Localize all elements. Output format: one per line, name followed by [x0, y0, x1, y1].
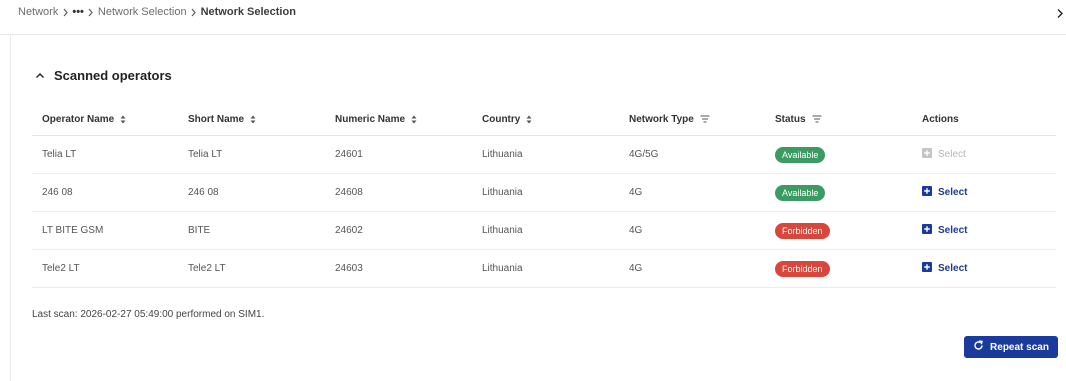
header-operator-name: Operator Name: [32, 103, 178, 136]
table-header-row: Operator Name Short Name Numeric Name Co…: [32, 103, 1056, 136]
cell-status: Forbidden: [765, 249, 912, 288]
sort-icon[interactable]: [411, 115, 417, 124]
section-title: Scanned operators: [54, 68, 172, 83]
select-label: Select: [938, 263, 968, 274]
cell-operator-name: 246 08: [32, 173, 178, 212]
operators-table: Operator Name Short Name Numeric Name Co…: [32, 103, 1056, 288]
select-button[interactable]: Select: [922, 148, 966, 161]
cell-actions: Select: [912, 249, 1056, 288]
cell-status: Available: [765, 135, 912, 174]
sort-icon[interactable]: [250, 115, 256, 124]
panel-toggle-button[interactable]: [1054, 7, 1066, 23]
chevron-right-icon: [187, 8, 201, 17]
refresh-icon: [973, 340, 984, 354]
cell-status: Forbidden: [765, 211, 912, 250]
cell-country: Lithuania: [472, 135, 619, 174]
plus-square-icon: [922, 186, 932, 199]
cell-numeric-name: 24601: [325, 135, 472, 174]
cell-operator-name: Telia LT: [32, 135, 178, 174]
select-button[interactable]: Select: [922, 186, 967, 199]
header-actions: Actions: [912, 103, 1056, 136]
cell-country: Lithuania: [472, 249, 619, 288]
table-row: 246 08 246 08 24608 Lithuania 4G Availab…: [32, 173, 1056, 212]
header-numeric-name: Numeric Name: [325, 103, 472, 136]
cell-actions: Select: [912, 173, 1056, 212]
cell-actions: Select: [912, 135, 1056, 174]
filter-icon[interactable]: [812, 115, 822, 123]
plus-square-icon: [922, 262, 932, 275]
cell-network-type: 4G/5G: [619, 135, 765, 174]
breadcrumb-more[interactable]: •••: [72, 6, 84, 18]
header-status: Status: [765, 103, 912, 136]
status-badge: Forbidden: [775, 260, 830, 277]
top-bar: Network ••• Network Selection Network Se…: [0, 0, 1066, 35]
cell-short-name: BITE: [178, 211, 325, 250]
cell-numeric-name: 24603: [325, 249, 472, 288]
cell-short-name: 246 08: [178, 173, 325, 212]
select-label: Select: [938, 187, 968, 198]
cell-numeric-name: 24608: [325, 173, 472, 212]
cell-operator-name: Tele2 LT: [32, 249, 178, 288]
left-divider: [10, 34, 11, 381]
select-label: Select: [938, 225, 968, 236]
cell-short-name: Telia LT: [178, 135, 325, 174]
header-network-type: Network Type: [619, 103, 765, 136]
repeat-scan-button[interactable]: Repeat scan: [964, 336, 1058, 358]
chevron-up-icon: [34, 70, 46, 82]
cell-short-name: Tele2 LT: [178, 249, 325, 288]
cell-network-type: 4G: [619, 173, 765, 212]
scanned-operators-toggle[interactable]: Scanned operators: [34, 68, 172, 83]
cell-operator-name: LT BITE GSM: [32, 211, 178, 250]
status-badge: Forbidden: [775, 222, 830, 239]
cell-numeric-name: 24602: [325, 211, 472, 250]
table-row: LT BITE GSM BITE 24602 Lithuania 4G Forb…: [32, 211, 1056, 250]
breadcrumb-network[interactable]: Network: [18, 6, 58, 18]
plus-square-icon: [922, 148, 932, 161]
header-short-name: Short Name: [178, 103, 325, 136]
status-badge: Available: [775, 146, 826, 163]
chevron-right-icon: [1056, 6, 1064, 24]
plus-square-icon: [922, 224, 932, 237]
last-scan-info: Last scan: 2026-02-27 05:49:00 performed…: [32, 309, 265, 320]
select-button[interactable]: Select: [922, 224, 967, 237]
breadcrumb-network-selection[interactable]: Network Selection: [98, 6, 187, 18]
sort-icon[interactable]: [120, 115, 126, 124]
chevron-right-icon: [58, 8, 72, 17]
filter-icon[interactable]: [700, 115, 710, 123]
table-row: Telia LT Telia LT 24601 Lithuania 4G/5G …: [32, 135, 1056, 174]
breadcrumb-current: Network Selection: [200, 6, 296, 18]
cell-country: Lithuania: [472, 211, 619, 250]
status-badge: Available: [775, 184, 826, 201]
chevron-right-icon: [84, 8, 98, 17]
table-row: Tele2 LT Tele2 LT 24603 Lithuania 4G For…: [32, 249, 1056, 288]
cell-network-type: 4G: [619, 211, 765, 250]
sort-icon[interactable]: [526, 115, 532, 124]
repeat-scan-label: Repeat scan: [990, 341, 1049, 353]
select-button[interactable]: Select: [922, 262, 967, 275]
breadcrumb: Network ••• Network Selection Network Se…: [18, 5, 296, 19]
cell-network-type: 4G: [619, 249, 765, 288]
select-label: Select: [938, 149, 966, 160]
header-country: Country: [472, 103, 619, 136]
cell-actions: Select: [912, 211, 1056, 250]
cell-status: Available: [765, 173, 912, 212]
cell-country: Lithuania: [472, 173, 619, 212]
